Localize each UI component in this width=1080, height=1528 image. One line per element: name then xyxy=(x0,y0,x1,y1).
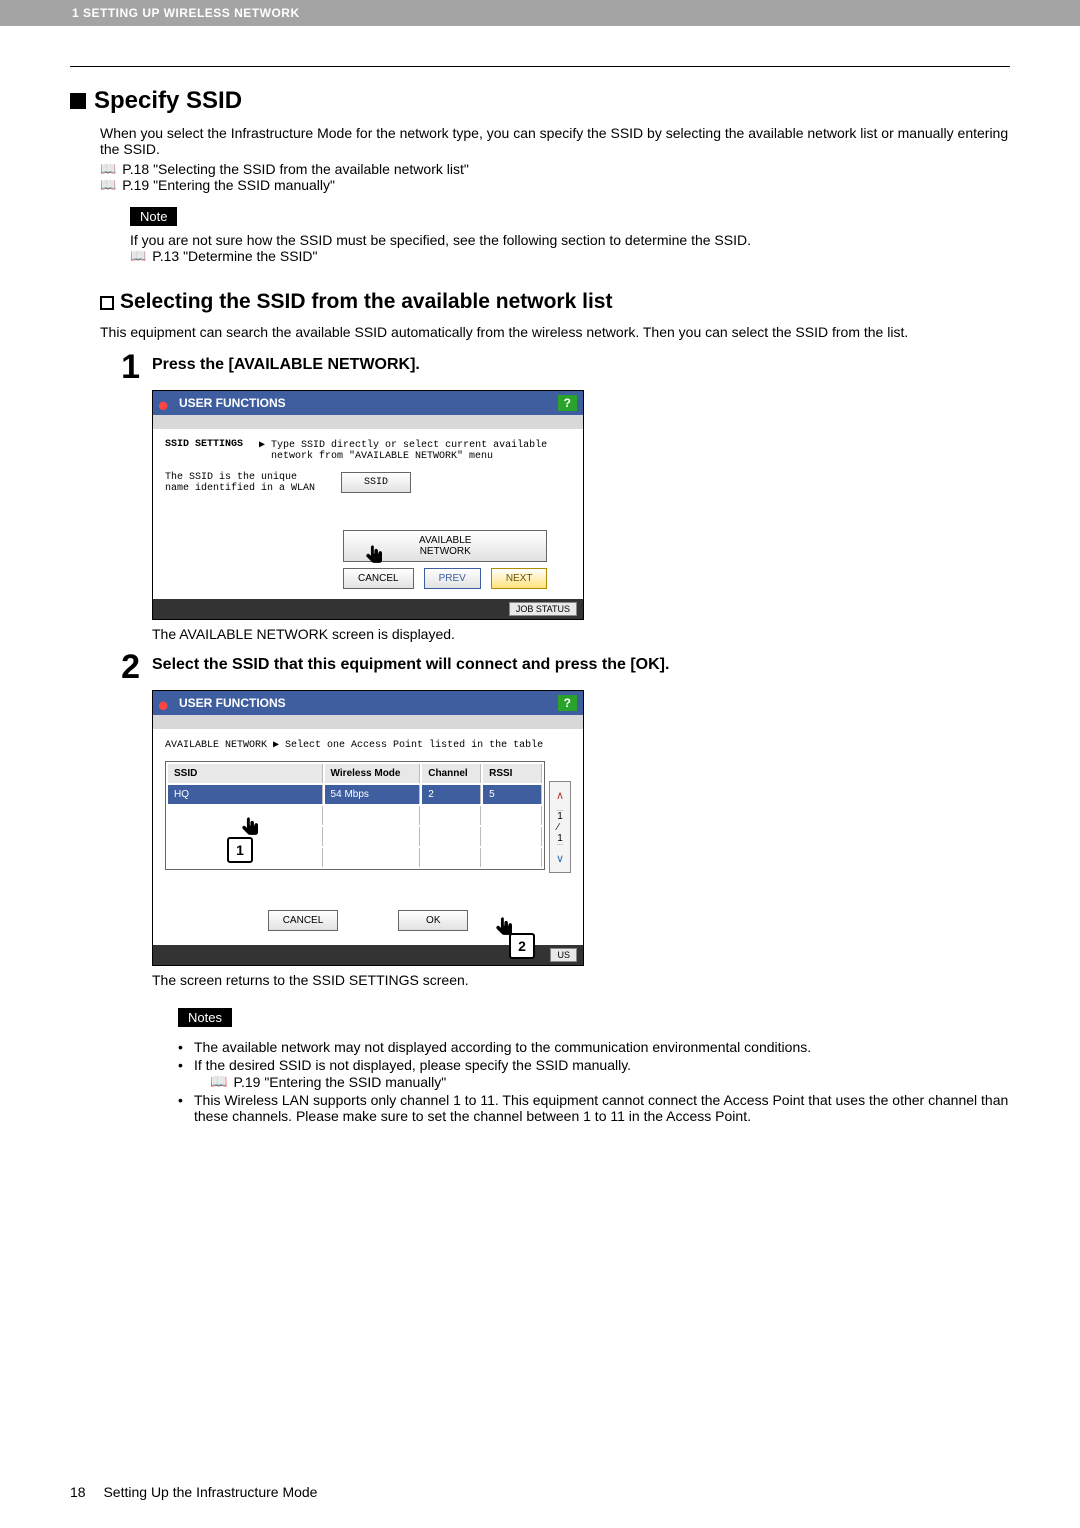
note-text: If you are not sure how the SSID must be… xyxy=(130,232,1010,248)
step-2: 2 Select the SSID that this equipment wi… xyxy=(70,650,1010,684)
col-ssid: SSID xyxy=(168,764,323,783)
titlebar-subbar xyxy=(153,415,583,429)
cancel-button[interactable]: CANCEL xyxy=(268,910,339,931)
panel-description: ▶ Type SSID directly or select current a… xyxy=(259,439,547,462)
page-footer: 18 Setting Up the Infrastructure Mode xyxy=(70,1484,317,1500)
cancel-button[interactable]: CANCEL xyxy=(343,568,414,589)
panel-note: The SSID is the unique name identified i… xyxy=(165,472,325,494)
next-button[interactable]: NEXT xyxy=(491,568,548,589)
chapter-header: 1 SETTING UP WIRELESS NETWORK xyxy=(0,0,1080,26)
section-title: Specify SSID xyxy=(94,87,242,115)
col-rssi: RSSI xyxy=(483,764,542,783)
step1-caption: The AVAILABLE NETWORK screen is displaye… xyxy=(152,626,1010,642)
panel-title: SSID SETTINGS xyxy=(165,439,243,462)
scroll-position: 1 ∕ 1 xyxy=(557,810,563,845)
note-badge: Note xyxy=(130,207,177,226)
cell-mode: 54 Mbps xyxy=(325,785,421,804)
footer-text: Setting Up the Infrastructure Mode xyxy=(103,1484,317,1500)
note-item-3: This Wireless LAN supports only channel … xyxy=(178,1092,1010,1124)
step-number-1: 1 xyxy=(100,350,140,384)
titlebar-subbar xyxy=(153,715,583,729)
table-row[interactable] xyxy=(168,806,542,825)
help-icon[interactable]: ? xyxy=(558,695,577,711)
table-row-selected[interactable]: HQ 54 Mbps 2 5 xyxy=(168,785,542,804)
note-item-2: If the desired SSID is not displayed, pl… xyxy=(178,1057,1010,1090)
cell-rssi: 5 xyxy=(483,785,542,804)
screenshot-titlebar: USER FUNCTIONS ? xyxy=(153,691,583,715)
subsection-intro: This equipment can search the available … xyxy=(100,324,1010,340)
col-mode: Wireless Mode xyxy=(325,764,421,783)
table-row[interactable] xyxy=(168,848,542,867)
note-crossref: 📖 P.13 "Determine the SSID" xyxy=(130,248,1010,264)
step-number-2: 2 xyxy=(100,650,140,684)
screenshot-titlebar: USER FUNCTIONS ? xyxy=(153,391,583,415)
book-icon: 📖 xyxy=(100,177,116,193)
step1-title: Press the [AVAILABLE NETWORK]. xyxy=(152,356,1010,374)
note-item-2-crossref: 📖 P.19 "Entering the SSID manually" xyxy=(210,1073,1010,1090)
crossref-2: 📖 P.19 "Entering the SSID manually" xyxy=(100,177,1010,193)
job-status-button[interactable]: JOB STATUS xyxy=(509,602,577,616)
wifi-icon xyxy=(159,696,173,710)
horizontal-rule xyxy=(70,66,1010,67)
callout-1: 1 xyxy=(227,837,253,863)
help-icon[interactable]: ? xyxy=(558,395,577,411)
screenshot-footer: JOB STATUS xyxy=(153,599,583,619)
panel-title: AVAILABLE NETWORK ▶ Select one Access Po… xyxy=(165,739,571,751)
job-status-button[interactable]: US xyxy=(550,948,577,962)
screenshot-ssid-settings: USER FUNCTIONS ? SSID SETTINGS ▶ Type SS… xyxy=(152,390,584,620)
callout-2: 2 xyxy=(509,933,535,959)
notes-block: Notes The available network may not disp… xyxy=(178,994,1010,1124)
ok-button[interactable]: OK xyxy=(398,910,468,931)
book-icon: 📖 xyxy=(210,1073,227,1090)
wifi-icon xyxy=(159,396,173,410)
note-item-1: The available network may not displayed … xyxy=(178,1039,1010,1055)
cell-ssid: HQ xyxy=(168,785,323,804)
titlebar-text: USER FUNCTIONS xyxy=(179,396,286,410)
outline-square-icon xyxy=(100,296,114,310)
available-network-button[interactable]: AVAILABLE NETWORK xyxy=(343,530,547,562)
network-table: SSID Wireless Mode Channel RSSI HQ 54 Mb… xyxy=(165,761,545,870)
screenshot-available-network: USER FUNCTIONS ? AVAILABLE NETWORK ▶ Sel… xyxy=(152,690,584,966)
step2-caption: The screen returns to the SSID SETTINGS … xyxy=(152,972,1010,988)
notes-badge: Notes xyxy=(178,1008,232,1027)
section-intro: When you select the Infrastructure Mode … xyxy=(100,125,1010,157)
scroll-up-icon[interactable]: ∧ xyxy=(556,782,564,810)
prev-button[interactable]: PREV xyxy=(424,568,481,589)
book-icon: 📖 xyxy=(130,248,146,264)
section-heading: Specify SSID xyxy=(70,87,1010,115)
table-row[interactable] xyxy=(168,827,542,846)
crossref-1: 📖 P.18 "Selecting the SSID from the avai… xyxy=(100,161,1010,177)
book-icon: 📖 xyxy=(100,161,116,177)
step2-title: Select the SSID that this equipment will… xyxy=(152,656,1010,674)
scroll-down-icon[interactable]: ∨ xyxy=(556,845,564,873)
titlebar-text: USER FUNCTIONS xyxy=(179,696,286,710)
cell-channel: 2 xyxy=(422,785,481,804)
page-number: 18 xyxy=(70,1484,86,1500)
ssid-button[interactable]: SSID xyxy=(341,472,411,493)
col-channel: Channel xyxy=(422,764,481,783)
subsection-heading: Selecting the SSID from the available ne… xyxy=(100,290,1010,314)
table-scrollbar[interactable]: ∧ 1 ∕ 1 ∨ xyxy=(549,781,571,873)
step-1: 1 Press the [AVAILABLE NETWORK]. xyxy=(70,350,1010,384)
square-bullet-icon xyxy=(70,93,86,109)
screenshot-footer: 2 US xyxy=(153,945,583,965)
